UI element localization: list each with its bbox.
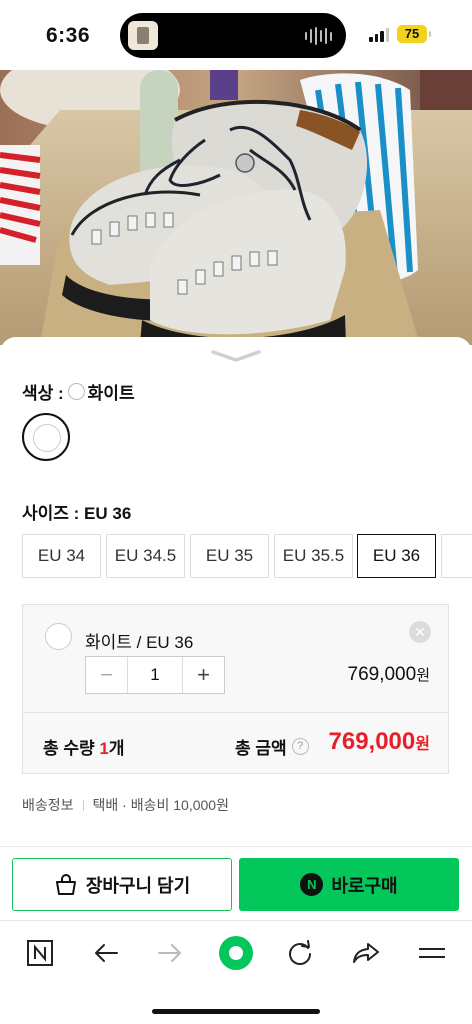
size-option[interactable]: EU 34.5 <box>106 534 185 578</box>
dynamic-island[interactable] <box>120 13 346 58</box>
size-option-selected[interactable]: EU 36 <box>357 534 436 578</box>
color-section-title: 색상 : 화이트 <box>22 379 135 404</box>
option-price-currency: 원 <box>416 667 430 684</box>
refresh-icon[interactable] <box>280 933 320 973</box>
status-time: 6:36 <box>46 24 91 47</box>
status-bar: 6:36 75 <box>0 0 472 70</box>
now-playing-thumbnail <box>128 21 158 50</box>
size-option[interactable]: EU 35 <box>190 534 269 578</box>
total-qty-value: 1 <box>99 739 109 758</box>
shopping-bag-icon <box>55 873 76 895</box>
browser-toolbar <box>0 920 472 1024</box>
add-to-cart-button[interactable]: 장바구니 담기 <box>12 858 232 911</box>
total-qty-label: 총 수량 <box>43 739 100 758</box>
color-dot-icon <box>67 383 85 400</box>
quantity-stepper: − 1 + <box>85 656 225 694</box>
close-icon[interactable]: ✕ <box>409 621 431 643</box>
quantity-value[interactable]: 1 <box>127 657 183 693</box>
shipping-separator <box>82 799 84 811</box>
naver-pay-n-icon: N <box>300 873 324 896</box>
size-option[interactable]: EU 35.5 <box>274 534 353 578</box>
sheet-divider <box>0 846 472 847</box>
total-qty-unit: 개 <box>108 739 125 758</box>
plus-icon[interactable]: + <box>183 657 224 693</box>
help-icon[interactable]: ? <box>291 738 309 755</box>
color-swatch-white[interactable] <box>22 413 70 461</box>
total-amount-label: 총 금액? <box>235 734 309 759</box>
shipping-detail: 택배 · 배송비 10,000원 <box>92 797 229 813</box>
option-select-checkbox[interactable] <box>45 623 72 650</box>
shipping-info: 배송정보 택배 · 배송비 10,000원 <box>22 795 229 815</box>
buy-now-button[interactable]: N 바로구매 <box>239 858 459 911</box>
option-divider <box>23 712 448 713</box>
total-amount-value: 769,000 <box>328 728 416 755</box>
product-image <box>0 70 472 345</box>
selected-option-box: 화이트 / EU 36 ✕ − 1 + 769,000원 총 수량 1개 총 금… <box>22 604 449 774</box>
selected-option-name: 화이트 / EU 36 <box>85 633 194 652</box>
option-price-value: 769,000 <box>347 664 417 685</box>
color-title-prefix: 색상 : <box>22 384 64 403</box>
battery-indicator: 75 <box>397 25 427 43</box>
product-photo-illustration <box>0 70 472 345</box>
audio-waveform-icon <box>305 27 332 45</box>
size-options-row: EU 34 EU 34.5 EU 35 EU 35.5 EU 36 <box>22 534 472 578</box>
option-price: 769,000원 <box>348 664 431 686</box>
shipping-label: 배송정보 <box>22 797 74 813</box>
size-option-next[interactable] <box>441 534 472 578</box>
naver-n-icon[interactable] <box>20 933 60 973</box>
total-amount-label-text: 총 금액 <box>235 739 287 758</box>
total-quantity: 총 수량 1개 <box>43 734 124 759</box>
back-arrow-icon[interactable] <box>86 933 126 973</box>
buy-now-label: 바로구매 <box>331 875 398 896</box>
color-selected-name: 화이트 <box>87 384 135 403</box>
option-bottom-sheet: 색상 : 화이트 사이즈 : EU 36 EU 34 EU 34.5 EU 35… <box>0 337 472 920</box>
battery-nub <box>429 31 431 37</box>
add-to-cart-label: 장바구니 담기 <box>85 875 191 896</box>
total-amount: 769,000원 <box>329 728 431 756</box>
cellular-signal-icon <box>369 28 389 42</box>
sheet-collapse-chevron-icon[interactable] <box>210 347 262 365</box>
share-icon[interactable] <box>346 933 386 973</box>
minus-icon[interactable]: − <box>86 657 127 693</box>
home-indicator[interactable] <box>152 1009 320 1014</box>
menu-icon[interactable] <box>412 933 452 973</box>
size-section-title: 사이즈 : EU 36 <box>22 504 132 523</box>
size-option[interactable]: EU 34 <box>22 534 101 578</box>
forward-arrow-icon[interactable] <box>150 933 190 973</box>
green-dot-icon[interactable] <box>214 933 258 973</box>
total-amount-currency: 원 <box>415 736 430 753</box>
